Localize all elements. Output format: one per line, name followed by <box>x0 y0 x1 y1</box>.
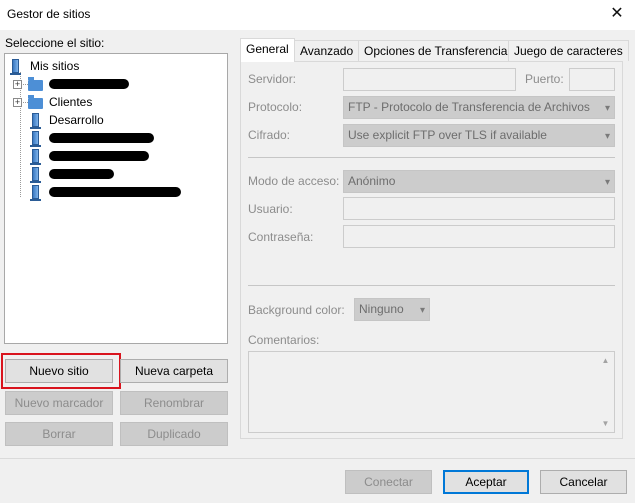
new-site-button[interactable]: Nuevo sitio <box>5 359 113 383</box>
divider <box>248 157 615 158</box>
tree-item-folder[interactable]: + <box>9 75 219 93</box>
tab-general[interactable]: General <box>240 38 295 62</box>
divider <box>248 285 615 286</box>
redacted-label <box>49 187 181 197</box>
comments-label: Comentarios: <box>248 333 320 347</box>
server-icon <box>30 149 41 165</box>
new-bookmark-button[interactable]: Nuevo marcador <box>5 391 113 415</box>
delete-button[interactable]: Borrar <box>5 422 113 446</box>
user-input[interactable] <box>343 197 615 220</box>
site-tree[interactable]: Mis sitios + + Clientes Desarrollo <box>4 53 228 344</box>
password-label: Contraseña: <box>248 230 314 244</box>
port-input[interactable] <box>569 68 615 91</box>
server-icon <box>10 59 21 75</box>
comments-textarea[interactable] <box>248 351 615 433</box>
tab-opciones-transferencia[interactable]: Opciones de Transferencia <box>358 40 514 61</box>
port-label: Puerto: <box>525 72 564 86</box>
window-title: Gestor de sitios <box>7 7 91 21</box>
tree-item-label: Desarrollo <box>49 113 104 127</box>
redacted-label <box>49 169 114 179</box>
duplicate-button[interactable]: Duplicado <box>120 422 228 446</box>
scroll-down-icon[interactable]: ▼ <box>597 415 614 432</box>
access-mode-select[interactable]: Anónimo ▾ <box>343 170 615 193</box>
tab-avanzado[interactable]: Avanzado <box>294 40 360 61</box>
connect-button[interactable]: Conectar <box>345 470 432 494</box>
title-bar <box>0 0 635 30</box>
server-icon <box>30 113 41 129</box>
comments-scrollbar[interactable]: ▲ ▼ <box>597 352 614 432</box>
folder-icon <box>28 95 43 109</box>
user-label: Usuario: <box>248 202 293 216</box>
encryption-select[interactable]: Use explicit FTP over TLS if available ▾ <box>343 124 615 147</box>
tree-item-label: Clientes <box>49 95 93 109</box>
tree-root-label: Mis sitios <box>30 59 80 73</box>
tree-item-site[interactable] <box>9 147 219 165</box>
server-label: Servidor: <box>248 72 297 86</box>
protocol-label: Protocolo: <box>248 100 303 114</box>
tab-juego-caracteres[interactable]: Juego de caracteres <box>508 40 629 61</box>
chevron-down-icon: ▾ <box>604 131 610 142</box>
encryption-value: Use explicit FTP over TLS if available <box>348 128 547 142</box>
chevron-down-icon: ▾ <box>604 177 610 188</box>
redacted-label <box>49 133 154 143</box>
rename-button[interactable]: Renombrar <box>120 391 228 415</box>
select-site-label: Seleccione el sitio: <box>5 36 105 50</box>
tree-item-site[interactable] <box>9 129 219 147</box>
bg-color-value: Ninguno <box>359 302 404 316</box>
scroll-up-icon[interactable]: ▲ <box>597 352 614 369</box>
close-icon[interactable]: ✕ <box>606 3 628 25</box>
password-input[interactable] <box>343 225 615 248</box>
bg-color-label: Background color: <box>248 303 345 317</box>
tree-item-site[interactable] <box>9 183 219 201</box>
footer-divider <box>0 458 635 459</box>
expand-icon[interactable]: + <box>13 80 22 89</box>
access-mode-value: Anónimo <box>348 174 396 188</box>
redacted-label <box>49 151 149 161</box>
accept-button[interactable]: Aceptar <box>443 470 529 494</box>
tree-item-clientes[interactable]: + Clientes <box>9 93 219 111</box>
protocol-select[interactable]: FTP - Protocolo de Transferencia de Arch… <box>343 96 615 119</box>
cancel-button[interactable]: Cancelar <box>540 470 627 494</box>
expand-icon[interactable]: + <box>13 98 22 107</box>
redacted-label <box>49 79 129 89</box>
server-icon <box>30 185 41 201</box>
access-mode-label: Modo de acceso: <box>248 174 340 188</box>
protocol-value: FTP - Protocolo de Transferencia de Arch… <box>348 100 590 114</box>
bg-color-select[interactable]: Ninguno ▾ <box>354 298 430 321</box>
tree-item-desarrollo[interactable]: Desarrollo <box>9 111 219 129</box>
chevron-down-icon: ▾ <box>419 305 425 316</box>
server-input[interactable] <box>343 68 516 91</box>
server-icon <box>30 167 41 183</box>
new-folder-button[interactable]: Nueva carpeta <box>120 359 228 383</box>
tree-item-site[interactable] <box>9 165 219 183</box>
server-icon <box>30 131 41 147</box>
chevron-down-icon: ▾ <box>604 103 610 114</box>
folder-icon <box>28 77 43 91</box>
encryption-label: Cifrado: <box>248 128 291 142</box>
